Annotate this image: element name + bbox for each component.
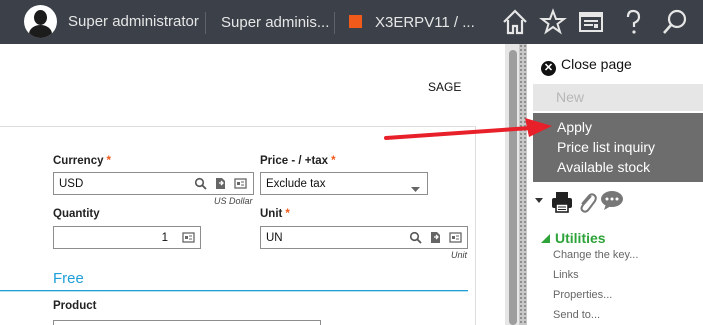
star-icon[interactable] — [538, 7, 568, 37]
magnifier-icon[interactable] — [409, 231, 422, 244]
magnifier-icon[interactable] — [194, 177, 207, 190]
print-icon[interactable] — [551, 190, 573, 217]
screen-icon[interactable] — [576, 7, 606, 37]
role-selector[interactable]: Super adminis... — [221, 14, 329, 31]
company-code: SAGE — [428, 80, 462, 94]
quantity-label: Quantity — [53, 208, 100, 220]
main-form: SAGE Currency * USD US Dollar Price - / +… — [0, 44, 505, 325]
price-tax-select[interactable]: Exclude tax — [260, 172, 428, 195]
utility-send-to[interactable]: Send to... — [553, 309, 600, 321]
red-arrow-annotation — [384, 118, 552, 140]
zoom-to-icon[interactable] — [214, 177, 227, 190]
top-bar: Super administrator Super adminis... X3E… — [0, 0, 703, 44]
panel-splitter[interactable] — [519, 44, 527, 325]
unit-label: Unit * — [260, 208, 290, 220]
section-divider-shadow — [0, 291, 468, 292]
menu-item-available-stock[interactable]: Available stock — [557, 159, 650, 175]
menu-item-apply[interactable]: Apply — [557, 119, 592, 135]
new-label: New — [556, 89, 585, 105]
unit-hint: Unit — [451, 250, 468, 260]
divider — [205, 12, 206, 34]
folder-color-square — [349, 15, 362, 28]
price-tax-label: Price - / +tax * — [260, 155, 336, 167]
form-right-border — [475, 126, 476, 325]
quantity-field[interactable]: 1 — [53, 226, 201, 249]
right-panel: ✕ Close page New Apply Price list inquiry… — [527, 44, 703, 325]
currency-hint: US Dollar — [214, 196, 253, 206]
zoom-to-icon[interactable] — [429, 231, 442, 244]
utility-change-key[interactable]: Change the key... — [553, 249, 638, 261]
user-avatar[interactable] — [24, 5, 57, 38]
currency-label: Currency * — [53, 155, 111, 167]
unit-field[interactable]: UN — [260, 226, 468, 249]
utility-properties[interactable]: Properties... — [553, 289, 612, 301]
quantity-value: 1 — [161, 232, 168, 244]
utilities-header[interactable]: Utilities — [541, 230, 606, 246]
close-page-label: Close page — [561, 56, 632, 72]
product-label: Product — [53, 300, 97, 312]
search-icon[interactable] — [660, 7, 690, 37]
scrollbar-thumb[interactable] — [509, 50, 517, 325]
detail-icon[interactable] — [449, 231, 462, 244]
dropdown-arrow-icon[interactable] — [411, 182, 420, 192]
calculator-icon[interactable] — [182, 231, 195, 244]
currency-field[interactable]: USD — [53, 172, 254, 195]
price-tax-value: Exclude tax — [266, 178, 326, 190]
chevron-down-icon[interactable] — [535, 198, 543, 203]
currency-value: USD — [59, 178, 84, 190]
menu-item-price-list-inquiry[interactable]: Price list inquiry — [557, 139, 655, 155]
section-title-free: Free — [53, 270, 84, 287]
divider — [334, 12, 335, 34]
user-name[interactable]: Super administrator — [68, 13, 199, 30]
folder-selector[interactable]: X3ERPV11 / ... — [375, 14, 475, 31]
home-icon[interactable] — [500, 7, 530, 37]
attachment-icon[interactable] — [577, 190, 597, 217]
unit-value: UN — [266, 232, 283, 244]
close-icon: ✕ — [541, 61, 556, 76]
comment-icon[interactable] — [600, 190, 624, 215]
utilities-title: Utilities — [555, 230, 606, 246]
product-field[interactable] — [53, 320, 321, 325]
new-button[interactable]: New — [533, 84, 703, 111]
close-page-button[interactable]: ✕ Close page — [541, 56, 632, 76]
toolbar — [535, 190, 665, 214]
help-icon[interactable] — [618, 7, 648, 37]
detail-icon[interactable] — [234, 177, 247, 190]
expand-triangle-icon — [541, 234, 550, 243]
utility-links[interactable]: Links — [553, 269, 579, 281]
